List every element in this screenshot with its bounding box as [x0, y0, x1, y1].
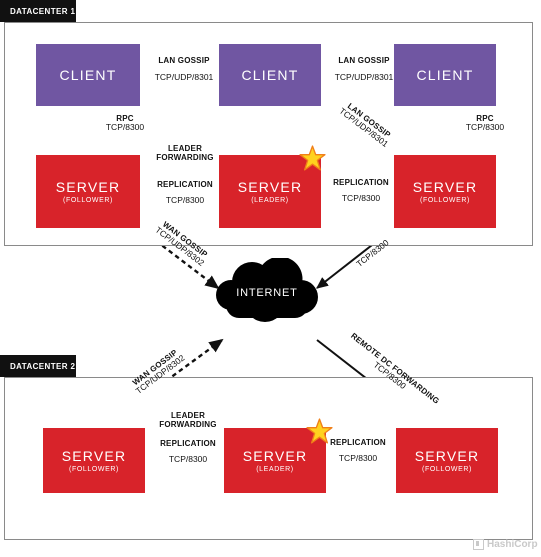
edge-name: LAN GOSSIP	[158, 56, 210, 65]
hashicorp-logo: HashiCorp	[473, 539, 538, 550]
dc1-server-follower-2[interactable]: SERVER (FOLLOWER)	[394, 155, 496, 228]
edge-name: REPLICATION	[157, 180, 213, 189]
dc1-replication-label-1: REPLICATION TCP/8300	[140, 180, 230, 206]
node-title: SERVER	[237, 179, 303, 195]
dc1-client-1[interactable]: CLIENT	[36, 44, 140, 106]
edge-name: REPLICATION	[160, 439, 216, 448]
hashicorp-logo-text: HashiCorp	[487, 539, 538, 550]
dc1-lan-gossip-label-2: LAN GOSSIP TCP/UDP/8301	[320, 56, 408, 83]
dc1-rpc-label-1: RPC TCP/8300	[95, 114, 155, 133]
dc1-replication-label-2: REPLICATION TCP/8300	[316, 178, 406, 204]
datacenter-2-label-text: DATACENTER 2	[10, 361, 76, 371]
edge-port: TCP/8300	[465, 122, 505, 133]
node-role: (LEADER)	[251, 197, 289, 204]
node-title: SERVER	[55, 179, 121, 195]
dc1-client-2[interactable]: CLIENT	[219, 44, 321, 106]
node-title: CLIENT	[416, 67, 474, 83]
node-role: (FOLLOWER)	[422, 466, 472, 473]
edge-port: TCP/8300	[338, 453, 378, 464]
dc1-server-follower-1[interactable]: SERVER (FOLLOWER)	[36, 155, 140, 228]
node-title: CLIENT	[59, 67, 117, 83]
edge-port: TCP/8300	[105, 122, 145, 133]
node-title: CLIENT	[241, 67, 299, 83]
edge-port: TCP/UDP/8301	[154, 72, 214, 83]
consul-architecture-diagram: DATACENTER 1 CLIENT CLIENT CLIENT SERVER…	[0, 0, 541, 557]
edge-name: REPLICATION	[333, 178, 389, 187]
edge-port: TCP/8300	[341, 193, 381, 204]
node-role: (FOLLOWER)	[420, 197, 470, 204]
dc2-leader-forwarding-label: LEADER FORWARDING	[143, 411, 233, 429]
edge-name-line2: FORWARDING	[156, 153, 214, 163]
dc1-leader-forwarding-label: LEADER FORWARDING	[140, 144, 230, 162]
edge-name-line2: FORWARDING	[159, 420, 217, 430]
dc2-leader-star-icon	[306, 418, 333, 444]
node-role: (LEADER)	[256, 466, 294, 473]
dc2-server-follower-2[interactable]: SERVER (FOLLOWER)	[396, 428, 498, 493]
node-title: SERVER	[414, 448, 480, 464]
internet-label: INTERNET	[236, 287, 298, 299]
dc2-server-follower-1[interactable]: SERVER (FOLLOWER)	[43, 428, 145, 493]
edge-port: TCP/UDP/8301	[334, 72, 394, 83]
dc1-lan-gossip-label-1: LAN GOSSIP TCP/UDP/8301	[140, 56, 228, 83]
node-title: SERVER	[61, 448, 127, 464]
dc1-client-3[interactable]: CLIENT	[394, 44, 496, 106]
edge-port: TCP/8300	[168, 454, 208, 465]
datacenter-1-label: DATACENTER 1	[0, 0, 76, 22]
edge-name-line1: LEADER	[167, 144, 203, 153]
edge-port: TCP/8300	[165, 195, 205, 206]
hashicorp-logo-icon	[473, 539, 484, 550]
dc1-rpc-label-2: RPC TCP/8300	[455, 114, 515, 133]
node-role: (FOLLOWER)	[63, 197, 113, 204]
node-title: SERVER	[242, 448, 308, 464]
node-role: (FOLLOWER)	[69, 466, 119, 473]
edge-name: LAN GOSSIP	[338, 56, 390, 65]
datacenter-1-label-text: DATACENTER 1	[10, 6, 76, 16]
datacenter-2-label: DATACENTER 2	[0, 355, 76, 377]
node-title: SERVER	[412, 179, 478, 195]
dc1-leader-star-icon	[299, 145, 326, 171]
dc2-replication-label-1: REPLICATION TCP/8300	[143, 439, 233, 465]
edge-name-line1: LEADER	[170, 411, 206, 420]
